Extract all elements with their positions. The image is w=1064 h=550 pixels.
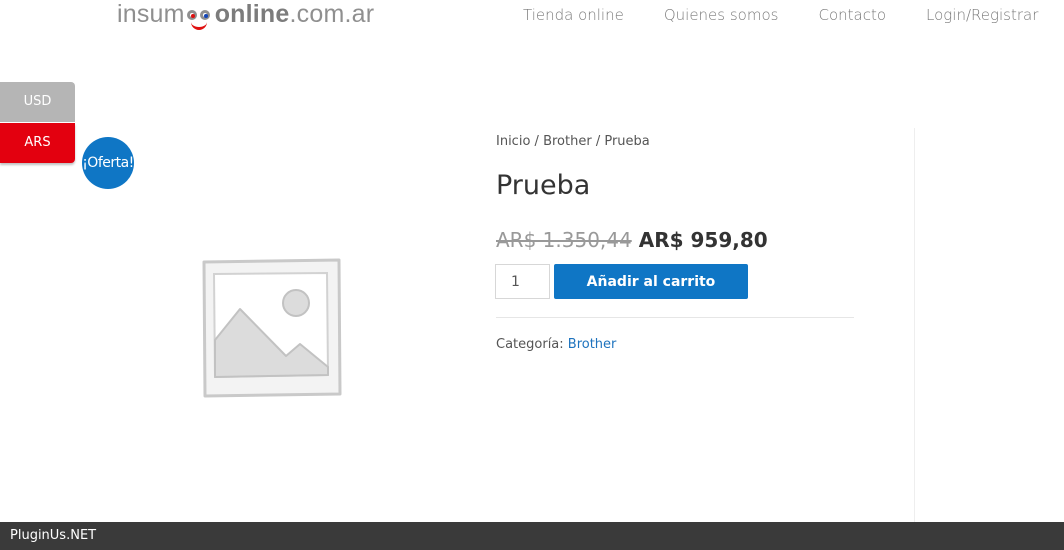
currency-usd-button[interactable]: USD [0, 82, 75, 122]
nav-quienes-somos[interactable]: Quienes somos [664, 5, 779, 25]
sale-badge: ¡Oferta! [82, 137, 134, 189]
quantity-input[interactable] [495, 264, 550, 299]
logo-text-part2: online [214, 0, 290, 28]
product-price: AR$ 1.350,44 AR$ 959,80 [496, 228, 768, 252]
logo-text-part1: insum [117, 0, 185, 28]
product-title: Prueba [496, 170, 591, 201]
site-header: insum online .com.ar Tienda online Quien… [0, 0, 1064, 40]
divider [496, 317, 854, 318]
currency-switcher: USD ARS [0, 82, 75, 163]
category-link[interactable]: Brother [568, 337, 617, 352]
nav-tienda-online[interactable]: Tienda online [523, 5, 624, 25]
product-meta: Categoría: Brother [496, 337, 616, 352]
nav-contacto[interactable]: Contacto [818, 5, 886, 25]
nav-login-registrar[interactable]: Login/Registrar [926, 5, 1038, 25]
footer-bar: PluginUs.NET [0, 522, 1064, 550]
main-nav: Tienda online Quienes somos Contacto Log… [523, 5, 1038, 25]
breadcrumb-home-link[interactable]: Inicio [496, 134, 530, 149]
breadcrumb-separator: / [530, 134, 544, 149]
price-old: AR$ 1.350,44 [496, 228, 632, 252]
image-placeholder-icon[interactable] [196, 254, 346, 400]
currency-ars-button[interactable]: ARS [0, 123, 75, 163]
sidebar-divider [914, 128, 915, 522]
breadcrumb: Inicio / Brother / Prueba [496, 134, 650, 149]
footer-text[interactable]: PluginUs.NET [10, 528, 96, 543]
logo-eyes-icon [185, 0, 215, 30]
price-new: AR$ 959,80 [638, 228, 768, 252]
site-logo[interactable]: insum online .com.ar [117, 0, 374, 34]
breadcrumb-category-link[interactable]: Brother [543, 134, 592, 149]
add-to-cart-button[interactable]: Añadir al carrito [554, 264, 748, 299]
breadcrumb-separator: / [591, 134, 605, 149]
category-label: Categoría: [496, 337, 568, 352]
breadcrumb-current: Prueba [604, 134, 650, 149]
logo-text-part3: .com.ar [289, 0, 375, 28]
